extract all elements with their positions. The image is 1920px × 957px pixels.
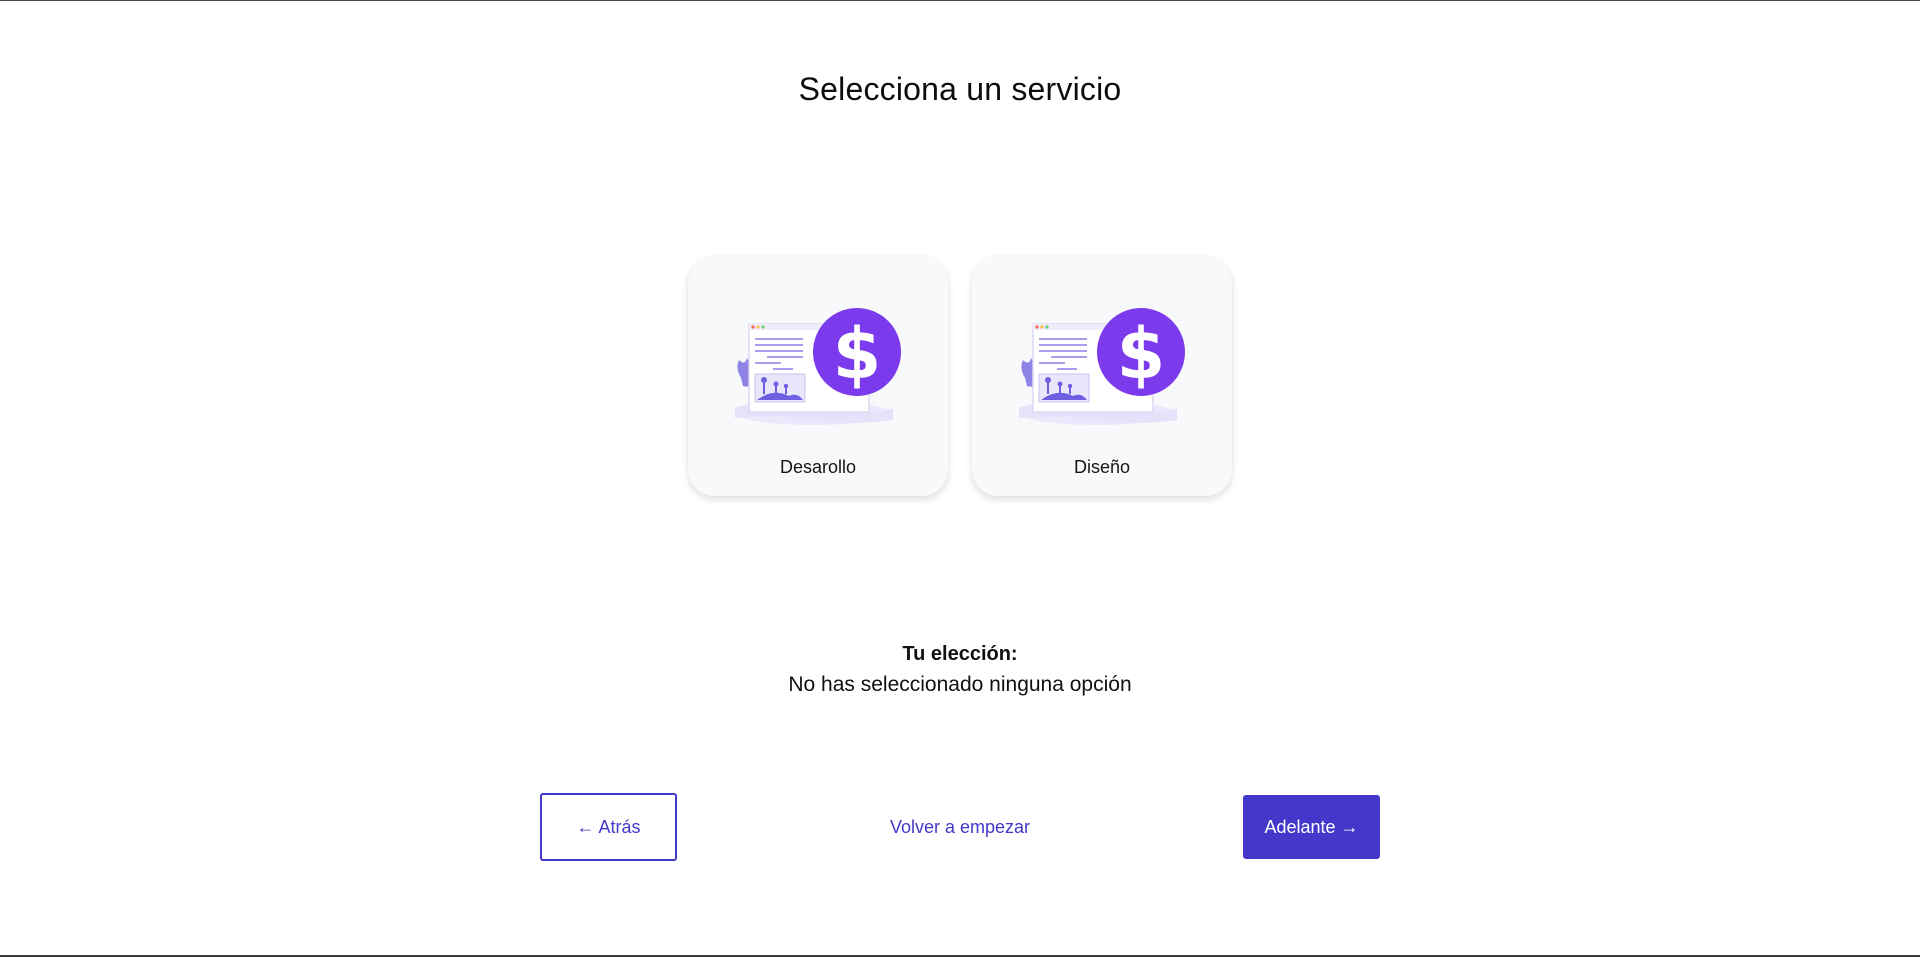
service-selection-page: Selecciona un servicio $ Desarollo $ Dis… xyxy=(0,0,1920,957)
dollar-coin-illustration-icon: $ xyxy=(1019,308,1185,425)
dollar-coin-illustration-icon: $ xyxy=(735,308,901,425)
service-card-label: Desarollo xyxy=(779,457,857,477)
svg-text:$: $ xyxy=(1117,313,1166,395)
service-card-desarollo[interactable]: $ Desarollo xyxy=(688,256,948,496)
selection-value: No has seleccionado ninguna opción xyxy=(788,673,1132,696)
svg-text:$: $ xyxy=(833,313,882,395)
selection-summary: Tu elección: No has seleccionado ninguna… xyxy=(0,641,1920,699)
back-button[interactable]: ← Atrás xyxy=(540,793,677,861)
selection-heading: Tu elección: xyxy=(902,643,1018,665)
next-button[interactable]: Adelante → xyxy=(1243,795,1380,859)
service-card-diseno[interactable]: $ Diseño xyxy=(972,256,1232,496)
service-card-label: Diseño xyxy=(1073,457,1131,477)
page-title: Selecciona un servicio xyxy=(798,71,1122,107)
restart-link[interactable]: Volver a empezar xyxy=(860,809,1060,845)
service-options: $ Desarollo $ Diseño xyxy=(0,256,1920,496)
